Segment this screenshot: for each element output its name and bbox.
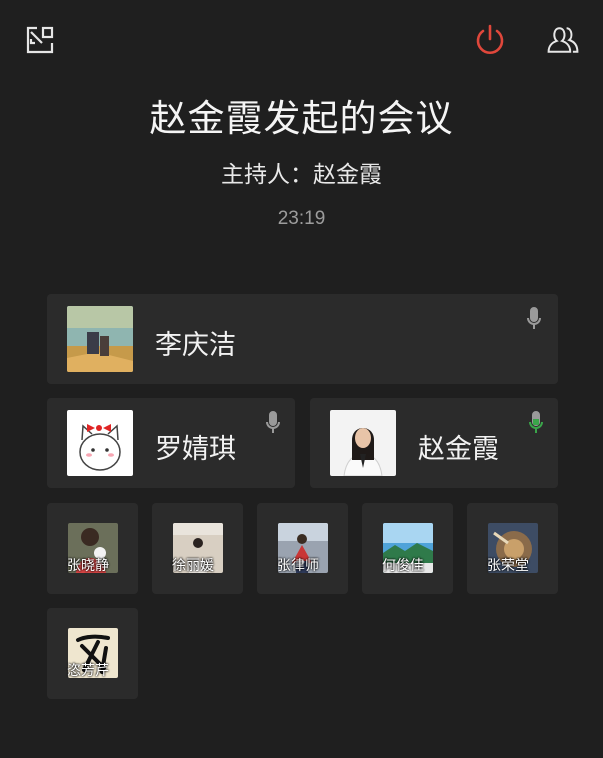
mic-icon <box>266 411 280 439</box>
avatar <box>67 306 133 372</box>
minimize-button[interactable] <box>22 22 58 58</box>
meeting-title: 赵金霞发起的会议 <box>149 97 454 140</box>
members-button[interactable] <box>545 22 581 58</box>
participant-name: 徐丽媛 <box>172 558 214 574</box>
participant-name: 张晓静 <box>67 558 109 574</box>
participant-tile-1[interactable]: 徐丽媛 <box>152 503 243 594</box>
participant-tile-5[interactable]: 恣芳芹 <box>47 608 138 699</box>
minimize-icon <box>26 26 54 54</box>
participant-name: 张律师 <box>277 558 319 574</box>
avatar <box>330 410 396 476</box>
participant-name: 罗婧琪 <box>155 434 236 465</box>
participant-card-2[interactable]: 赵金霞 <box>310 398 558 488</box>
participant-card-0[interactable]: 李庆洁 <box>47 294 558 384</box>
avatar <box>67 410 133 476</box>
call-timer: 23:19 <box>277 208 326 229</box>
power-icon <box>476 24 504 54</box>
participant-tile-4[interactable]: 张荣堂 <box>467 503 558 594</box>
participant-name: 赵金霞 <box>418 434 499 465</box>
participant-name: 何俊佳 <box>382 558 424 574</box>
hangup-button[interactable] <box>472 22 508 58</box>
participant-card-1[interactable]: 罗婧琪 <box>47 398 295 488</box>
mic-icon <box>527 307 541 335</box>
mic-icon-active <box>529 411 543 439</box>
participant-tile-3[interactable]: 何俊佳 <box>362 503 453 594</box>
participant-tile-2[interactable]: 张律师 <box>257 503 348 594</box>
host-label: 主持人：赵金霞 <box>221 162 382 188</box>
members-icon <box>547 27 579 53</box>
participant-name: 李庆洁 <box>155 330 236 361</box>
participant-name: 张荣堂 <box>487 558 529 574</box>
participant-tile-0[interactable]: 张晓静 <box>47 503 138 594</box>
participant-name: 恣芳芹 <box>67 663 109 679</box>
